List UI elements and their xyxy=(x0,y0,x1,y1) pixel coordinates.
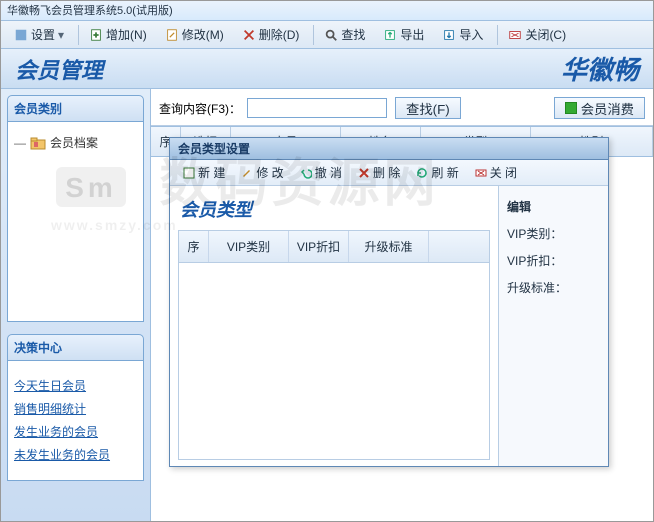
find-button[interactable]: 查找(F) xyxy=(395,97,461,119)
dialog-toolbar: 新 建 修 改 撤 消 删 除 刷 新 xyxy=(170,160,608,186)
close-icon xyxy=(508,28,522,42)
consume-button-label: 会员消费 xyxy=(581,99,634,118)
settings-icon xyxy=(14,28,28,42)
dialog-body: 会员类型 序 VIP类别 VIP折扣 升级标准 编辑 VIP类别： VIP折扣： xyxy=(170,186,608,466)
toolbar-separator xyxy=(497,25,498,45)
member-category-tree: — 会员档案 xyxy=(7,122,144,322)
member-type-dialog: 会员类型设置 新 建 修 改 撤 消 删 除 xyxy=(169,137,609,467)
find-button-label: 查找(F) xyxy=(406,99,450,118)
folder-icon xyxy=(30,136,46,150)
decision-center-panel-head: 决策中心 xyxy=(7,334,144,361)
window-title: 华徽畅飞会员管理系统5.0(试用版) xyxy=(7,5,173,17)
toolbar-separator xyxy=(78,25,79,45)
edit-button[interactable]: 修改(M) xyxy=(158,23,231,46)
dropdown-icon: ▾ xyxy=(58,28,64,42)
delete-label: 删除(D) xyxy=(259,26,300,43)
consume-icon xyxy=(565,102,577,114)
dcol-vipdiscount[interactable]: VIP折扣 xyxy=(289,231,349,262)
dialog-titlebar[interactable]: 会员类型设置 xyxy=(170,138,608,160)
add-label: 增加(N) xyxy=(106,26,147,43)
close-label: 关闭(C) xyxy=(525,26,566,43)
main-toolbar: 设置 ▾ 增加(N) 修改(M) 删除(D) 查找 导出 导入 关闭(C) xyxy=(1,21,653,49)
dcol-upgrade[interactable]: 升级标准 xyxy=(349,231,429,262)
edit-label: 修改(M) xyxy=(182,26,224,43)
dcol-index[interactable]: 序 xyxy=(179,231,209,262)
vip-type-label: VIP类别： xyxy=(507,225,600,242)
dlg-delete-label: 删 除 xyxy=(373,164,400,181)
dlg-new-label: 新 建 xyxy=(198,164,225,181)
link-today-birthday[interactable]: 今天生日会员 xyxy=(14,377,137,394)
dlg-edit-label: 修 改 xyxy=(256,164,283,181)
export-label: 导出 xyxy=(400,26,424,43)
link-no-business-members[interactable]: 未发生业务的会员 xyxy=(14,446,137,463)
brand-title: 华徽畅 xyxy=(561,50,639,87)
import-label: 导入 xyxy=(459,26,483,43)
toolbar-separator xyxy=(313,25,314,45)
settings-button[interactable]: 设置 ▾ xyxy=(7,23,71,46)
member-consume-button[interactable]: 会员消费 xyxy=(554,97,645,119)
page-title: 会员管理 xyxy=(15,53,103,85)
window-titlebar: 华徽畅飞会员管理系统5.0(试用版) xyxy=(1,1,653,21)
search-input[interactable] xyxy=(247,98,387,118)
tree-item-member-archive[interactable]: — 会员档案 xyxy=(14,132,137,153)
close-icon xyxy=(475,167,487,179)
link-sales-detail[interactable]: 销售明细统计 xyxy=(14,400,137,417)
add-icon xyxy=(89,28,103,42)
undo-icon xyxy=(300,167,312,179)
dlg-close-label: 关 闭 xyxy=(490,164,517,181)
dlg-delete-button[interactable]: 删 除 xyxy=(351,162,407,183)
dlg-refresh-button[interactable]: 刷 新 xyxy=(409,162,465,183)
dlg-edit-button[interactable]: 修 改 xyxy=(234,162,290,183)
dlg-undo-label: 撤 消 xyxy=(315,164,342,181)
sidebar: 会员类别 — 会员档案 决策中心 今天生日会员 销售明细统计 发生业务的会员 未… xyxy=(1,89,151,521)
import-icon xyxy=(442,28,456,42)
delete-button[interactable]: 删除(D) xyxy=(235,23,307,46)
search-bar: 查询内容(F3)： 查找(F) 会员消费 xyxy=(151,89,653,126)
tree-collapse-icon: — xyxy=(14,136,26,150)
page-banner: 会员管理 华徽畅 xyxy=(1,49,653,89)
decision-center-links: 今天生日会员 销售明细统计 发生业务的会员 未发生业务的会员 xyxy=(7,361,144,481)
dialog-grid-header: 序 VIP类别 VIP折扣 升级标准 xyxy=(179,231,489,263)
export-icon xyxy=(383,28,397,42)
edit-icon xyxy=(165,28,179,42)
add-button[interactable]: 增加(N) xyxy=(82,23,154,46)
new-icon xyxy=(183,167,195,179)
search-label: 查询内容(F3)： xyxy=(159,100,241,117)
vip-discount-label: VIP折扣： xyxy=(507,252,600,269)
dlg-close-button[interactable]: 关 闭 xyxy=(468,162,524,183)
upgrade-label: 升级标准： xyxy=(507,279,600,296)
link-business-members[interactable]: 发生业务的会员 xyxy=(14,423,137,440)
dialog-edit-panel: 编辑 VIP类别： VIP折扣： 升级标准： xyxy=(498,186,608,466)
dialog-title: 会员类型设置 xyxy=(178,142,250,156)
delete-icon xyxy=(358,167,370,179)
close-button[interactable]: 关闭(C) xyxy=(501,23,573,46)
dlg-refresh-label: 刷 新 xyxy=(431,164,458,181)
dlg-undo-button[interactable]: 撤 消 xyxy=(293,162,349,183)
search-icon xyxy=(324,28,338,42)
edit-icon xyxy=(241,167,253,179)
dialog-left: 会员类型 序 VIP类别 VIP折扣 升级标准 xyxy=(170,186,498,466)
content-area: 查询内容(F3)： 查找(F) 会员消费 序 选择 卡号 姓名 类型 性别 xyxy=(151,89,653,521)
dlg-new-button[interactable]: 新 建 xyxy=(176,162,232,183)
search-button[interactable]: 查找 xyxy=(317,23,372,46)
dialog-heading: 会员类型 xyxy=(178,192,490,230)
search-label: 查找 xyxy=(341,26,365,43)
export-button[interactable]: 导出 xyxy=(376,23,431,46)
settings-label: 设置 xyxy=(31,26,55,43)
member-category-panel-head: 会员类别 xyxy=(7,95,144,122)
main-area: 会员类别 — 会员档案 决策中心 今天生日会员 销售明细统计 发生业务的会员 未… xyxy=(1,89,653,521)
edit-section-label: 编辑 xyxy=(507,198,600,215)
dcol-viptype[interactable]: VIP类别 xyxy=(209,231,289,262)
delete-icon xyxy=(242,28,256,42)
dialog-grid: 序 VIP类别 VIP折扣 升级标准 xyxy=(178,230,490,460)
refresh-icon xyxy=(416,167,428,179)
tree-item-label: 会员档案 xyxy=(50,134,98,151)
import-button[interactable]: 导入 xyxy=(435,23,490,46)
